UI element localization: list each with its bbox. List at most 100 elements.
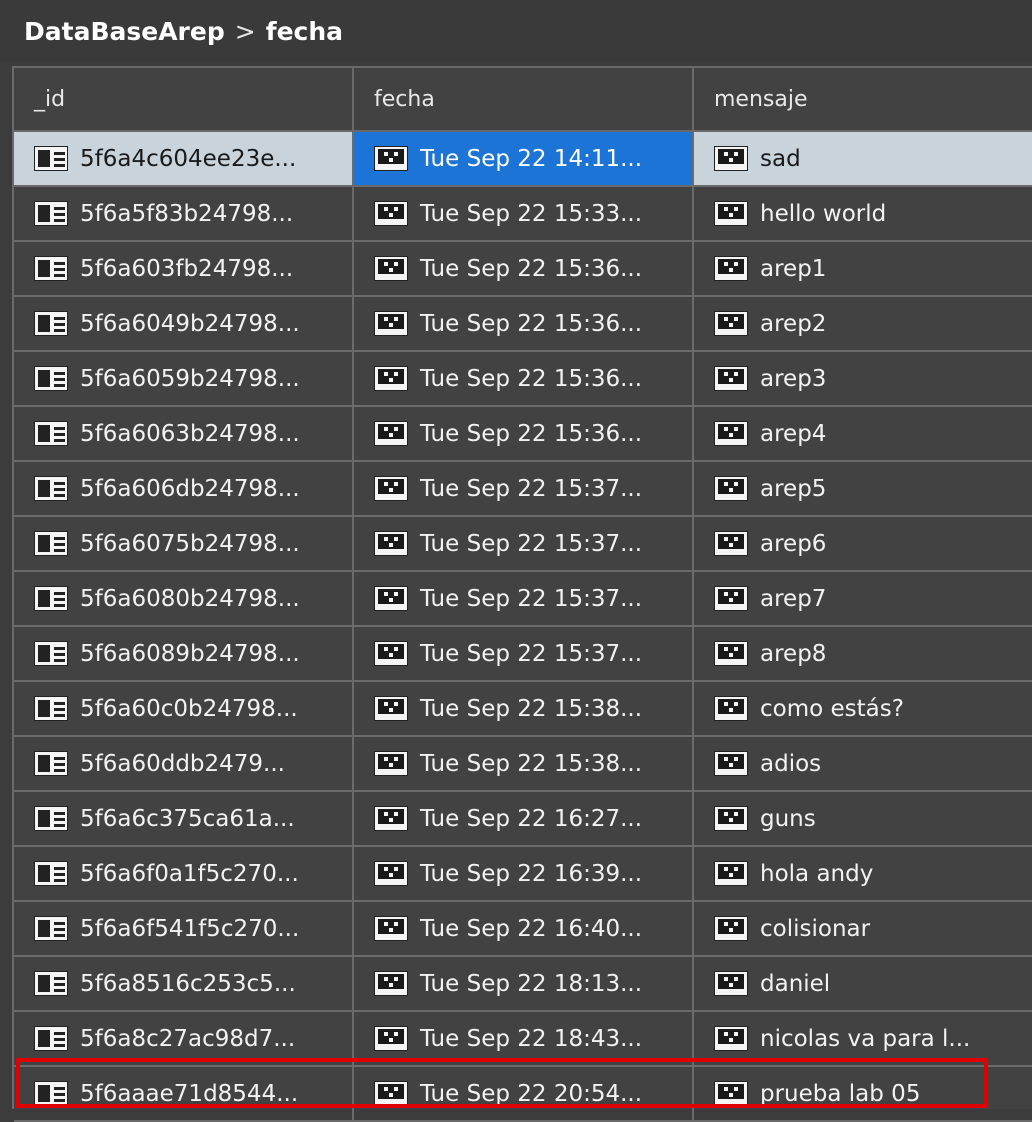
cell-id[interactable]: 5f6a60c0b24798... <box>14 682 354 737</box>
cell-id[interactable]: 5f6a8516c253c5... <box>14 957 354 1012</box>
table-row[interactable]: 5f6a8516c253c5... Tue Sep 22 18:13... dani… <box>14 957 1032 1012</box>
cell-fecha[interactable]: Tue Sep 22 15:37... <box>354 627 694 682</box>
document-icon <box>34 366 68 391</box>
cell-fecha-text: Tue Sep 22 20:54... <box>420 1080 643 1107</box>
table-row[interactable]: 5f6a5f83b24798... Tue Sep 22 15:33... hell… <box>14 187 1032 242</box>
cell-fecha[interactable]: Tue Sep 22 16:39... <box>354 847 694 902</box>
document-icon <box>34 806 68 831</box>
cell-fecha[interactable]: Tue Sep 22 16:40... <box>354 902 694 957</box>
breadcrumb-database[interactable]: DataBaseArep <box>24 17 225 46</box>
cell-mensaje[interactable]: daniel <box>694 957 1032 1012</box>
column-header-fecha[interactable]: fecha <box>354 68 694 132</box>
cell-id[interactable]: 5f6a6f541f5c270... <box>14 902 354 957</box>
cell-fecha[interactable]: Tue Sep 22 20:54... <box>354 1067 694 1122</box>
cell-fecha[interactable]: Tue Sep 22 15:36... <box>354 242 694 297</box>
cell-mensaje[interactable]: arep8 <box>694 627 1032 682</box>
table-row[interactable]: 5f6a6063b24798... Tue Sep 22 15:36... arep… <box>14 407 1032 462</box>
breadcrumb-collection[interactable]: fecha <box>266 17 343 46</box>
table-row[interactable]: 5f6a8c27ac98d7... Tue Sep 22 18:43... nico… <box>14 1012 1032 1067</box>
cell-mensaje[interactable]: nicolas va para l... <box>694 1012 1032 1067</box>
column-header-mensaje[interactable]: mensaje <box>694 68 1032 132</box>
string-icon <box>374 531 408 556</box>
cell-id[interactable]: 5f6a8c27ac98d7... <box>14 1012 354 1067</box>
cell-id[interactable]: 5f6a6c375ca61a... <box>14 792 354 847</box>
cell-id-text: 5f6a6080b24798... <box>80 585 300 612</box>
cell-mensaje-text: arep5 <box>760 475 827 502</box>
table-row[interactable]: 5f6a6075b24798... Tue Sep 22 15:37... arep… <box>14 517 1032 572</box>
table-row[interactable]: 5f6a606db24798... Tue Sep 22 15:37... arep… <box>14 462 1032 517</box>
string-icon <box>714 531 748 556</box>
string-icon <box>374 586 408 611</box>
cell-mensaje[interactable]: adios <box>694 737 1032 792</box>
table-row[interactable]: 5f6aaae71d8544... Tue Sep 22 20:54... prue… <box>14 1067 1032 1122</box>
cell-id[interactable]: 5f6a6059b24798... <box>14 352 354 407</box>
cell-mensaje[interactable]: arep2 <box>694 297 1032 352</box>
cell-fecha[interactable]: Tue Sep 22 15:36... <box>354 407 694 462</box>
cell-mensaje[interactable]: arep5 <box>694 462 1032 517</box>
cell-mensaje[interactable]: hello world <box>694 187 1032 242</box>
cell-mensaje-text: adios <box>760 750 822 777</box>
cell-mensaje[interactable]: arep6 <box>694 517 1032 572</box>
cell-fecha-text: Tue Sep 22 16:40... <box>420 915 643 942</box>
cell-mensaje[interactable]: arep4 <box>694 407 1032 462</box>
cell-id[interactable]: 5f6a6089b24798... <box>14 627 354 682</box>
string-icon <box>714 861 748 886</box>
string-icon <box>374 641 408 666</box>
cell-id[interactable]: 5f6a5f83b24798... <box>14 187 354 242</box>
cell-fecha[interactable]: Tue Sep 22 18:43... <box>354 1012 694 1067</box>
cell-id[interactable]: 5f6aaae71d8544... <box>14 1067 354 1122</box>
cell-mensaje-text: arep8 <box>760 640 827 667</box>
cell-fecha[interactable]: Tue Sep 22 14:11... <box>354 132 694 187</box>
cell-mensaje[interactable]: prueba lab 05 <box>694 1067 1032 1122</box>
document-icon <box>34 696 68 721</box>
document-icon <box>34 1081 68 1106</box>
table-row[interactable]: 5f6a6049b24798... Tue Sep 22 15:36... arep… <box>14 297 1032 352</box>
cell-id[interactable]: 5f6a603fb24798... <box>14 242 354 297</box>
table-row[interactable]: 5f6a6080b24798... Tue Sep 22 15:37... arep… <box>14 572 1032 627</box>
cell-id-text: 5f6a6f0a1f5c270... <box>80 860 299 887</box>
cell-fecha[interactable]: Tue Sep 22 15:38... <box>354 682 694 737</box>
cell-mensaje[interactable]: sad <box>694 132 1032 187</box>
table-row[interactable]: 5f6a6f0a1f5c270... Tue Sep 22 16:39... hol… <box>14 847 1032 902</box>
cell-mensaje[interactable]: hola andy <box>694 847 1032 902</box>
table-row[interactable]: 5f6a6c375ca61a... Tue Sep 22 16:27... guns <box>14 792 1032 847</box>
table-row[interactable]: 5f6a6059b24798... Tue Sep 22 15:36... arep… <box>14 352 1032 407</box>
table-row[interactable]: 5f6a6089b24798... Tue Sep 22 15:37... arep… <box>14 627 1032 682</box>
cell-mensaje[interactable]: como estás? <box>694 682 1032 737</box>
table-row[interactable]: 5f6a603fb24798... Tue Sep 22 15:36... arep… <box>14 242 1032 297</box>
cell-id[interactable]: 5f6a6049b24798... <box>14 297 354 352</box>
cell-id[interactable]: 5f6a6075b24798... <box>14 517 354 572</box>
cell-fecha[interactable]: Tue Sep 22 16:27... <box>354 792 694 847</box>
cell-fecha[interactable]: Tue Sep 22 15:36... <box>354 352 694 407</box>
cell-fecha[interactable]: Tue Sep 22 15:38... <box>354 737 694 792</box>
cell-mensaje[interactable]: arep7 <box>694 572 1032 627</box>
cell-id[interactable]: 5f6a6063b24798... <box>14 407 354 462</box>
table-row[interactable]: 5f6a60ddb2479... Tue Sep 22 15:38... adios <box>14 737 1032 792</box>
cell-id[interactable]: 5f6a6080b24798... <box>14 572 354 627</box>
table-row[interactable]: 5f6a6f541f5c270... Tue Sep 22 16:40... col… <box>14 902 1032 957</box>
cell-id[interactable]: 5f6a4c604ee23e... <box>14 132 354 187</box>
cell-id-text: 5f6a6063b24798... <box>80 420 300 447</box>
table-row[interactable]: 5f6a4c604ee23e... Tue Sep 22 14:11... sad <box>14 132 1032 187</box>
cell-fecha[interactable]: Tue Sep 22 15:33... <box>354 187 694 242</box>
cell-fecha[interactable]: Tue Sep 22 15:37... <box>354 517 694 572</box>
cell-mensaje[interactable]: arep1 <box>694 242 1032 297</box>
cell-id[interactable]: 5f6a606db24798... <box>14 462 354 517</box>
cell-mensaje[interactable]: guns <box>694 792 1032 847</box>
cell-fecha[interactable]: Tue Sep 22 15:36... <box>354 297 694 352</box>
results-grid: _id fecha mensaje 5f6a4c604ee23e... Tue S… <box>14 68 1032 1122</box>
cell-mensaje-text: hola andy <box>760 860 874 887</box>
cell-fecha[interactable]: Tue Sep 22 18:13... <box>354 957 694 1012</box>
cell-id[interactable]: 5f6a60ddb2479... <box>14 737 354 792</box>
column-header-id[interactable]: _id <box>14 68 354 132</box>
cell-fecha[interactable]: Tue Sep 22 15:37... <box>354 572 694 627</box>
cell-mensaje[interactable]: colisionar <box>694 902 1032 957</box>
string-icon <box>714 476 748 501</box>
cell-mensaje-text: arep6 <box>760 530 827 557</box>
cell-fecha[interactable]: Tue Sep 22 15:37... <box>354 462 694 517</box>
cell-id[interactable]: 5f6a6f0a1f5c270... <box>14 847 354 902</box>
cell-mensaje[interactable]: arep3 <box>694 352 1032 407</box>
document-icon <box>34 311 68 336</box>
string-icon <box>714 586 748 611</box>
table-row[interactable]: 5f6a60c0b24798... Tue Sep 22 15:38... como… <box>14 682 1032 737</box>
